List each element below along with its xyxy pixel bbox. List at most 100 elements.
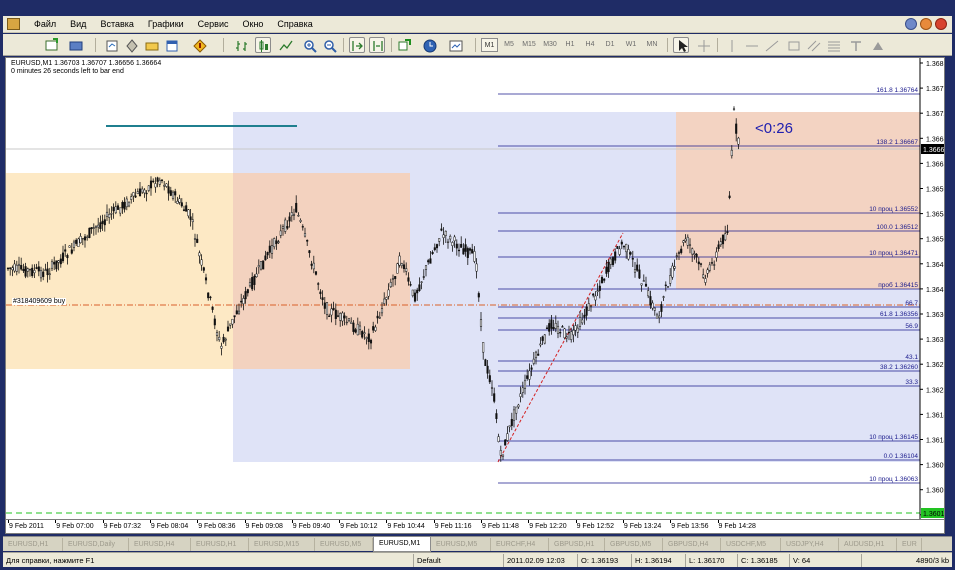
chart-tab[interactable]: EURUSD,M15 (249, 538, 315, 551)
candle-body (81, 237, 84, 240)
price-chart[interactable]: 161.8 1.36764 138.2 1.36667 10 проц 1.3655… (5, 57, 945, 520)
candle-body (543, 334, 546, 344)
menu-tools[interactable]: Сервис (191, 18, 236, 31)
chart-tab[interactable]: EURUSD,M5 (431, 538, 491, 551)
tf-w1[interactable]: W1 (623, 38, 639, 52)
tf-m1[interactable]: M1 (481, 38, 498, 52)
templates-icon[interactable] (447, 37, 463, 53)
candle-body (330, 308, 333, 316)
chart-tab[interactable]: EURCHF,H4 (491, 538, 549, 551)
chart-tab[interactable]: EURUSD,M1 (373, 537, 431, 552)
horizontal-line-icon[interactable] (743, 37, 759, 53)
menu-charts[interactable]: Графики (141, 18, 191, 31)
candle-body (451, 242, 454, 246)
close-icon[interactable] (935, 18, 947, 30)
order-label[interactable]: #318409609 buy (12, 298, 67, 305)
candle-body (589, 305, 593, 307)
market-watch-icon[interactable] (103, 37, 119, 53)
channel-icon[interactable] (805, 37, 821, 53)
zoom-in-icon[interactable] (301, 37, 317, 53)
candle-body (130, 196, 133, 200)
time-axis-label: 9 Feb 08:36 (198, 523, 236, 530)
price-axis-label: 1.36275 (926, 362, 945, 369)
bar-chart-icon[interactable] (233, 37, 249, 53)
strategy-tester-icon[interactable] (163, 37, 179, 53)
candle-body (592, 293, 595, 296)
candle-body (669, 275, 672, 284)
chart-tab[interactable]: EURUSD,H4 (129, 538, 191, 551)
candlestick-chart-icon[interactable] (255, 37, 271, 53)
tf-h4[interactable]: H4 (582, 38, 598, 52)
candle-body (244, 291, 247, 300)
tf-d1[interactable]: D1 (602, 38, 618, 52)
profiles-icon[interactable] (67, 37, 83, 53)
tf-m15[interactable]: M15 (520, 38, 538, 52)
menu-view[interactable]: Вид (63, 18, 93, 31)
chart-tab[interactable]: EUR (897, 538, 922, 551)
fib-level-label: 38.2 1.36260 (880, 364, 918, 371)
vertical-line-icon[interactable] (723, 37, 739, 53)
trendline-icon[interactable] (763, 37, 779, 53)
candle-body (394, 276, 397, 279)
candle-body (64, 249, 67, 252)
tf-m30[interactable]: M30 (541, 38, 559, 52)
restore-icon[interactable] (920, 18, 932, 30)
text-icon[interactable] (847, 37, 863, 53)
chart-shift-icon[interactable] (369, 37, 385, 53)
candle-body (314, 271, 318, 275)
minimize-icon[interactable] (905, 18, 917, 30)
menu-file[interactable]: Файл (27, 18, 63, 31)
chart-tab[interactable]: EURUSD,Daily (63, 538, 129, 551)
candle-body (473, 251, 476, 262)
indicators-icon[interactable] (395, 37, 411, 53)
rectangle-icon[interactable] (785, 37, 801, 53)
candle-body (125, 198, 128, 208)
fib-level-label: 43.1 (905, 354, 918, 361)
candle-body (165, 183, 168, 187)
candle-body (306, 239, 309, 242)
chart-tab[interactable]: USDCHF,M5 (721, 538, 781, 551)
time-axis-label: 9 Feb 11:16 (434, 523, 472, 530)
line-chart-icon[interactable] (277, 37, 293, 53)
candle-body (132, 192, 135, 197)
chart-tab[interactable]: USDJPY,H4 (781, 538, 839, 551)
tf-mn[interactable]: MN (643, 38, 661, 52)
periods-icon[interactable] (421, 37, 437, 53)
tf-m5[interactable]: M5 (501, 38, 517, 52)
cursor-icon[interactable] (673, 37, 689, 53)
chart-tab[interactable]: EURUSD,H1 (3, 538, 63, 551)
autoscroll-icon[interactable] (349, 37, 365, 53)
chart-tab[interactable]: GBPUSD,H1 (549, 538, 605, 551)
terminal-icon[interactable] (143, 37, 159, 53)
menu-help[interactable]: Справка (270, 18, 319, 31)
new-chart-icon[interactable] (43, 37, 59, 53)
navigator-icon[interactable] (123, 37, 139, 53)
price-axis-label: 1.36500 (926, 237, 945, 244)
fib-level-label: 66.7 (905, 300, 918, 307)
candle-body (682, 240, 685, 243)
chart-tab[interactable]: GBPUSD,H4 (663, 538, 721, 551)
chart-tab[interactable]: EURUSD,M5 (315, 538, 373, 551)
candle-body (554, 323, 557, 329)
zoom-out-icon[interactable] (321, 37, 337, 53)
chart-tab[interactable]: GBPUSD,M5 (605, 538, 663, 551)
candle-body (548, 323, 551, 332)
candle-body (501, 454, 505, 457)
candle-body (565, 336, 568, 339)
candle-body (356, 323, 359, 336)
candle-body (475, 263, 478, 272)
expert-advisors-icon[interactable] (191, 37, 207, 53)
chart-tab[interactable]: AUDUSD,H1 (839, 538, 897, 551)
candle-body (380, 308, 384, 314)
crosshair-icon[interactable] (695, 37, 711, 53)
fibo-icon[interactable] (825, 37, 841, 53)
candle-body (83, 236, 87, 241)
tf-h1[interactable]: H1 (562, 38, 578, 52)
menu-insert[interactable]: Вставка (93, 18, 140, 31)
arrows-icon[interactable] (869, 37, 885, 53)
candle-body (581, 319, 584, 324)
chart-tab[interactable]: EURUSD,H1 (191, 538, 249, 551)
candle-body (114, 206, 117, 214)
candle-body (284, 219, 287, 232)
menu-window[interactable]: Окно (236, 18, 271, 31)
